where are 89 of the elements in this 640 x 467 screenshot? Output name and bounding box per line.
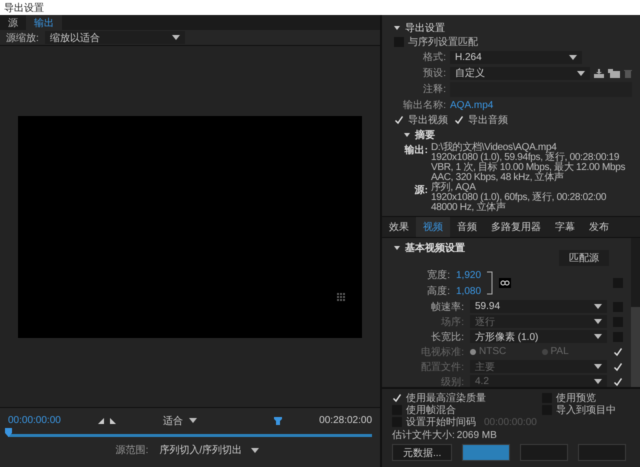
checkbox[interactable]	[392, 393, 402, 403]
field-label: 注释:	[422, 82, 446, 96]
caret-icon	[594, 334, 602, 339]
mark-out-icon[interactable]	[110, 418, 116, 424]
summary-line: 序列, AQA	[431, 183, 476, 193]
field-label: 级别:	[440, 376, 464, 387]
collapse-triangle-icon[interactable]	[394, 244, 400, 250]
timeline-track[interactable]	[8, 430, 372, 440]
section-title: 基本视频设置	[405, 242, 465, 254]
format-dropdown[interactable]: H.264	[450, 50, 582, 64]
settings-tab[interactable]: 音频	[450, 217, 484, 237]
checkbox-label: 导入到项目中	[556, 404, 616, 417]
caret-icon	[189, 418, 197, 423]
match-source-button[interactable]: 匹配源	[559, 250, 609, 266]
action-button[interactable]	[462, 444, 510, 461]
caret-icon	[172, 35, 180, 40]
caret-icon	[251, 448, 260, 452]
checkbox-label: 使用最高渲染质量	[406, 392, 486, 404]
caret-icon	[594, 364, 602, 369]
output-name-link[interactable]: AQA.mp4	[450, 100, 494, 110]
end-timecode: 00:28:02:00	[319, 415, 372, 426]
zoom-dropdown[interactable]: 适合	[158, 414, 202, 427]
source-range-label: 源范围:	[116, 444, 148, 457]
grid-icon	[337, 292, 346, 302]
settings-tab[interactable]: 发布	[582, 217, 616, 237]
settings-tab[interactable]: 效果	[382, 217, 416, 237]
checkbox-label: 设置开始时间码	[406, 416, 476, 429]
summary-line: 1920x1080 (1.0), 60fps, 逐行, 00:28:02:00	[431, 193, 606, 203]
summary-line: D:\我的文档\Videos\AQA.mp4	[431, 143, 556, 153]
caret-icon	[594, 379, 602, 384]
checkbox-label: 与序列设置匹配	[408, 36, 478, 49]
caret-icon	[569, 54, 577, 60]
panel-tab[interactable]: 输出	[26, 15, 62, 30]
summary-line: 1920x1080 (1.0), 59.94fps, 逐行, 00:28:00:19	[431, 153, 620, 163]
scrollbar-thumb[interactable]	[631, 307, 640, 387]
marker-icon[interactable]	[274, 416, 282, 424]
settings-tab[interactable]: 视频	[416, 217, 450, 237]
checkbox-label: 使用帧混合	[406, 404, 456, 416]
save-preset-icon[interactable]	[594, 68, 604, 78]
mark-in-icon[interactable]	[98, 418, 104, 424]
metadata-button[interactable]: 元数据...	[392, 444, 452, 461]
window-title: 导出设置	[4, 2, 44, 14]
section-title: 导出设置	[405, 22, 445, 34]
checkbox[interactable]	[454, 115, 464, 125]
playhead-icon[interactable]	[5, 428, 12, 437]
summary-line: 48000 Hz, 立体声	[431, 203, 506, 213]
file-size-label: 估计文件大小:	[392, 428, 455, 442]
panel-tab[interactable]: 源	[0, 15, 26, 30]
summary-line: VBR, 1 次, 目标 10.00 Mbps, 最大 12.00 Mbps	[431, 163, 626, 173]
field-label: 宽度:	[426, 268, 450, 282]
caret-icon	[577, 70, 585, 76]
checkbox[interactable]	[394, 115, 404, 125]
field-label: 高度:	[426, 284, 450, 298]
checkbox-label: 导出视频	[408, 114, 448, 127]
collapse-triangle-icon[interactable]	[394, 24, 400, 30]
field-label: 格式:	[422, 50, 446, 64]
source-range-dropdown[interactable]: 序列切入/序列切出	[154, 444, 264, 456]
height-value[interactable]: 1,080	[456, 286, 482, 296]
checkbox-label: 导出音频	[468, 114, 508, 127]
settings-tab[interactable]: 字幕	[548, 217, 582, 237]
radio-label: NTSC	[479, 346, 506, 357]
field-label: 配置文件:	[420, 360, 464, 374]
field-label: 预设:	[422, 67, 446, 80]
setting-dropdown[interactable]: 59.94	[470, 300, 607, 313]
checkbox-label: 使用预览	[556, 392, 596, 404]
summary-label: 输出:	[404, 144, 428, 158]
radio-label: PAL	[550, 346, 569, 357]
field-label: 场序:	[440, 316, 464, 328]
import-preset-icon[interactable]	[608, 68, 620, 78]
settings-tab[interactable]: 多路复用器	[484, 217, 548, 237]
file-size-value: 2069 MB	[456, 430, 497, 440]
link-bracket-icon	[487, 271, 494, 295]
start-timecode[interactable]: 00:00:00:00	[8, 415, 61, 426]
summary-line: AAC, 320 Kbps, 48 kHz, 立体声	[431, 173, 565, 183]
caret-icon	[594, 319, 602, 324]
summary-title: 摘要	[415, 128, 435, 142]
chain-link-icon[interactable]	[499, 278, 512, 288]
setting-dropdown[interactable]: 方形像素 (1.0)	[470, 330, 607, 343]
caret-icon	[594, 304, 602, 309]
width-value[interactable]: 1,920	[456, 270, 482, 280]
field-label: 输出名称:	[402, 98, 446, 112]
preset-dropdown[interactable]: 自定义	[450, 66, 590, 80]
field-label: 帧速率:	[430, 300, 464, 314]
collapse-triangle-icon[interactable]	[404, 132, 410, 138]
summary-label: 源:	[414, 184, 428, 198]
source-scaling-label: 源缩放:	[6, 32, 39, 44]
source-scaling-dropdown[interactable]: 缩放以适合	[44, 31, 185, 44]
field-label: 电视标准:	[420, 346, 464, 358]
field-label: 长宽比:	[430, 330, 464, 344]
